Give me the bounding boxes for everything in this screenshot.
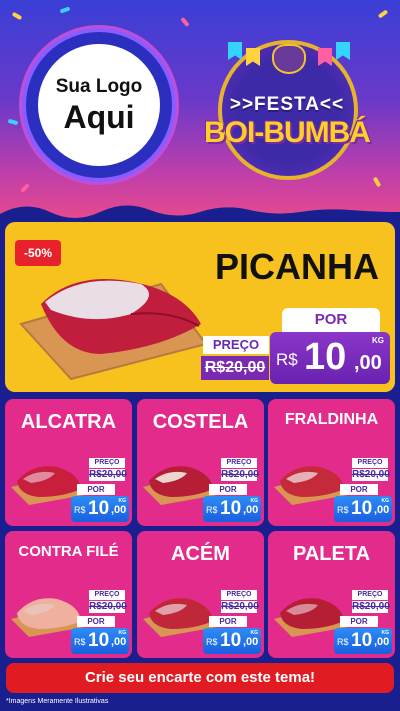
featured-price-tag: R$ 10 ,00 KG	[270, 332, 390, 384]
product-name: CONTRA FILÉ	[18, 543, 119, 560]
featured-product-card[interactable]: -50% PICANHA POR PREÇO R$20,00 R$ 10 ,00…	[5, 222, 395, 392]
product-card[interactable]: ACÉM PREÇO R$20,00 POR R$ 10,00 KG	[137, 531, 264, 658]
confetti	[59, 6, 71, 14]
price-integer: 10	[351, 498, 373, 519]
logo-placeholder: Sua Logo Aqui	[22, 28, 176, 182]
price-cents: ,00	[111, 504, 127, 516]
logo-text-line2: Aqui	[63, 99, 135, 135]
por-label: POR	[77, 616, 115, 627]
logo-text-line1: Sua Logo	[55, 76, 143, 97]
preco-label: PREÇO	[203, 336, 269, 354]
product-card[interactable]: FRALDINHA PREÇO R$20,00 POR R$ 10,00 KG	[268, 399, 395, 526]
price-tag: R$ 10,00 KG	[203, 496, 261, 522]
unit-label: KG	[381, 630, 390, 636]
product-card[interactable]: CONTRA FILÉ PREÇO R$20,00 POR R$ 10,00 KG	[5, 531, 132, 658]
price-integer: 10	[88, 498, 110, 519]
por-label: POR	[209, 484, 247, 495]
old-price: R$20,00	[221, 601, 259, 613]
product-name: ACÉM	[171, 543, 230, 565]
currency-symbol: R$	[337, 505, 349, 515]
currency-symbol: R$	[337, 637, 349, 647]
product-card[interactable]: COSTELA PREÇO R$20,00 POR R$ 10,00 KG	[137, 399, 264, 526]
discount-badge: -50%	[15, 240, 61, 266]
currency-symbol: R$	[276, 350, 298, 369]
preco-label: PREÇO	[89, 458, 125, 468]
product-name: ALCATRA	[20, 411, 117, 433]
price-cents: ,00	[243, 636, 259, 648]
currency-symbol: R$	[74, 637, 86, 647]
price-integer: 10	[220, 498, 242, 519]
por-label: POR	[282, 308, 380, 332]
unit-label: KG	[118, 630, 127, 636]
confetti	[20, 183, 30, 193]
confetti	[7, 118, 19, 126]
confetti	[11, 11, 23, 21]
festa-title: >>FESTA<<	[229, 94, 345, 115]
old-price: R$20,00	[201, 356, 269, 380]
product-name: PALETA	[292, 543, 371, 565]
por-label: POR	[77, 484, 115, 495]
bunting-flag	[228, 42, 242, 60]
create-flyer-button[interactable]: Crie seu encarte com este tema!	[6, 663, 394, 693]
old-price: R$20,00	[352, 469, 390, 481]
wave-divider	[0, 205, 400, 222]
unit-label: KG	[250, 630, 259, 636]
por-label: POR	[209, 616, 247, 627]
price-integer: 10	[88, 630, 110, 651]
price-integer: 10	[304, 336, 347, 378]
preco-label: PREÇO	[89, 590, 125, 600]
price-tag: R$ 10,00 KG	[203, 628, 261, 654]
price-tag: R$ 10,00 KG	[71, 628, 129, 654]
bull-icon	[272, 44, 306, 74]
product-name: COSTELA	[152, 411, 249, 433]
old-price: R$20,00	[352, 601, 390, 613]
product-card[interactable]: PALETA PREÇO R$20,00 POR R$ 10,00 KG	[268, 531, 395, 658]
price-cents: ,00	[243, 504, 259, 516]
preco-label: PREÇO	[221, 458, 257, 468]
preco-label: PREÇO	[352, 590, 388, 600]
old-price: R$20,00	[221, 469, 259, 481]
product-name: FRALDINHA	[284, 411, 379, 428]
festa-boi-bumba-emblem: >>FESTA<< BOI-BUMBÁ	[192, 38, 382, 188]
unit-label: KG	[118, 498, 127, 504]
confetti	[377, 9, 389, 19]
unit-label: KG	[381, 498, 390, 504]
boi-bumba-title: BOI-BUMBÁ	[204, 116, 371, 149]
price-tag: R$ 10,00 KG	[334, 628, 392, 654]
old-price: R$20,00	[89, 601, 127, 613]
price-cents: ,00	[354, 352, 382, 374]
por-label: POR	[340, 616, 378, 627]
price-cents: ,00	[111, 636, 127, 648]
bunting-flag	[336, 42, 350, 60]
price-cents: ,00	[374, 636, 390, 648]
unit-label: KG	[250, 498, 259, 504]
old-price: R$20,00	[89, 469, 127, 481]
featured-product-name: PICANHA	[214, 246, 379, 287]
currency-symbol: R$	[74, 505, 86, 515]
price-integer: 10	[220, 630, 242, 651]
price-integer: 10	[351, 630, 373, 651]
preco-label: PREÇO	[352, 458, 388, 468]
price-tag: R$ 10,00 KG	[334, 496, 392, 522]
currency-symbol: R$	[206, 637, 218, 647]
por-label: POR	[340, 484, 378, 495]
currency-symbol: R$	[206, 505, 218, 515]
product-card[interactable]: ALCATRA PREÇO R$20,00 POR R$ 10,00 KG	[5, 399, 132, 526]
confetti	[180, 16, 190, 28]
header-banner: Sua Logo Aqui >>FESTA<< BOI-BUMBÁ	[0, 0, 400, 222]
price-cents: ,00	[374, 504, 390, 516]
price-tag: R$ 10,00 KG	[71, 496, 129, 522]
unit-label: KG	[372, 336, 384, 345]
disclaimer-text: *Imagens Meramente Ilustrativas	[6, 698, 109, 705]
preco-label: PREÇO	[221, 590, 257, 600]
